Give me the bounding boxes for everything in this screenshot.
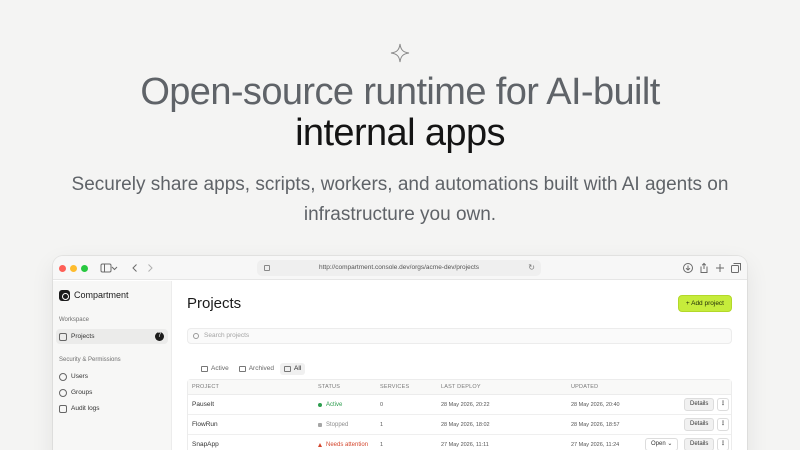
column-header-last-deploy[interactable]: LAST DEPLOY <box>441 380 481 395</box>
chevron-down-icon[interactable] <box>111 262 118 274</box>
open-label: Open <box>651 441 666 447</box>
search-placeholder: Search projects <box>204 332 250 339</box>
sidebar-item-label: Groups <box>71 389 93 396</box>
maximize-window-button[interactable] <box>81 265 88 272</box>
status-label: Active <box>326 402 343 408</box>
column-header-services[interactable]: SERVICES <box>380 380 409 395</box>
workspace-section-label: Workspace <box>59 317 89 323</box>
tab-label: All <box>294 365 302 372</box>
open-button[interactable]: Open ⌄ <box>645 438 679 450</box>
updated: 27 May 2026, 11:24 <box>571 442 620 448</box>
groups-icon <box>59 388 67 397</box>
table-header: PROJECT STATUS SERVICES LAST DEPLOY UPDA… <box>188 380 731 395</box>
security-section-label: Security & Permissions <box>59 357 121 363</box>
site-info-icon <box>264 265 270 271</box>
projects-count-badge: 7 <box>155 332 164 341</box>
download-icon[interactable] <box>682 262 694 274</box>
brand[interactable]: Compartment <box>59 289 129 301</box>
search-icon <box>193 333 199 339</box>
tab-label: Archived <box>248 365 274 372</box>
services-count: 1 <box>380 442 384 448</box>
details-button[interactable]: Details <box>684 418 715 431</box>
add-project-label: Add project <box>691 300 724 307</box>
sidebar-item-groups[interactable]: Groups <box>56 385 168 400</box>
more-options-icon[interactable]: ⋮ <box>717 438 729 450</box>
tab-label: Active <box>211 365 229 372</box>
project-filter-tabs: Active Archived All <box>197 363 306 375</box>
status-badge: Stopped <box>318 415 348 435</box>
hero-subtitle: Securely share apps, scripts, workers, a… <box>71 174 729 225</box>
close-window-button[interactable] <box>59 265 66 272</box>
address-bar[interactable]: http://compartment.console.dev/orgs/acme… <box>257 260 541 276</box>
updated: 28 May 2026, 20:40 <box>571 402 620 408</box>
sidebar-item-label: Audit logs <box>71 405 100 412</box>
brand-name: Compartment <box>74 290 129 300</box>
last-deploy: 27 May 2026, 11:11 <box>441 442 489 448</box>
column-header-updated[interactable]: UPDATED <box>571 380 598 395</box>
details-button[interactable]: Details <box>684 438 715 450</box>
more-options-icon[interactable]: ⋮ <box>717 398 729 411</box>
column-header-project[interactable]: PROJECT <box>192 380 219 395</box>
status-badge: Needs attention <box>318 435 368 450</box>
eye-icon <box>201 366 208 372</box>
hero-title-line1: Open-source runtime for AI-built <box>140 71 660 113</box>
sidebar-item-label: Users <box>71 373 88 380</box>
search-input[interactable]: Search projects <box>187 328 732 344</box>
hero-title-line2: internal apps <box>295 112 505 154</box>
tab-overview-icon[interactable] <box>730 262 742 274</box>
table-row[interactable]: SnapApp Needs attention 1 27 May 2026, 1… <box>188 435 731 450</box>
add-project-button[interactable]: + Add project <box>677 295 732 312</box>
tab-active[interactable]: Active <box>197 363 233 375</box>
column-header-status[interactable]: STATUS <box>318 380 340 395</box>
last-deploy: 28 May 2026, 18:02 <box>441 422 490 428</box>
tab-archived[interactable]: Archived <box>235 363 278 375</box>
services-count: 0 <box>380 402 384 408</box>
list-icon <box>59 404 67 413</box>
archive-icon <box>238 366 246 372</box>
address-bar-url: http://compartment.console.dev/orgs/acme… <box>318 264 480 271</box>
app-sidebar: Compartment Workspace Projects 7 Securit… <box>53 281 172 450</box>
browser-window: http://compartment.console.dev/orgs/acme… <box>53 256 747 450</box>
main-content: Projects + Add project Search projects A… <box>173 281 747 450</box>
reload-icon[interactable]: ↻ <box>528 260 535 276</box>
back-icon[interactable] <box>129 262 141 274</box>
plus-icon: + <box>685 300 690 307</box>
services-count: 1 <box>380 422 384 428</box>
last-deploy: 28 May 2026, 20:22 <box>441 402 490 408</box>
folder-icon <box>59 332 67 341</box>
compartment-logo-icon <box>59 289 70 301</box>
sidebar-item-audit-logs[interactable]: Audit logs <box>56 401 168 416</box>
status-label: Needs attention <box>326 442 369 448</box>
status-badge: Active <box>318 395 342 415</box>
hero-title: Open-source runtime for AI-built interna… <box>0 72 800 154</box>
page-title: Projects <box>187 295 242 312</box>
status-stopped-icon <box>318 423 322 427</box>
new-tab-icon[interactable] <box>714 262 726 274</box>
project-name[interactable]: SnapApp <box>192 435 219 450</box>
sidebar-item-users[interactable]: Users <box>56 369 168 384</box>
warning-icon <box>318 443 322 447</box>
chevron-down-icon: ⌄ <box>667 441 673 447</box>
status-label: Stopped <box>326 422 349 428</box>
share-icon[interactable] <box>698 262 710 274</box>
projects-table: PROJECT STATUS SERVICES LAST DEPLOY UPDA… <box>187 379 732 450</box>
updated: 28 May 2026, 18:57 <box>571 422 620 428</box>
browser-toolbar: http://compartment.console.dev/orgs/acme… <box>53 256 747 280</box>
sidebar-item-projects[interactable]: Projects 7 <box>56 329 168 344</box>
tab-all[interactable]: All <box>280 363 306 375</box>
forward-icon[interactable] <box>144 262 156 274</box>
minimize-window-button[interactable] <box>70 265 77 272</box>
table-row[interactable]: FlowRun Stopped 1 28 May 2026, 18:02 28 … <box>188 415 731 435</box>
details-button[interactable]: Details <box>684 398 715 411</box>
folder-icon <box>284 366 291 372</box>
sidebar-item-label: Projects <box>71 333 95 340</box>
project-name[interactable]: PauseIt <box>192 395 214 415</box>
more-options-icon[interactable]: ⋮ <box>717 418 729 431</box>
user-icon <box>59 372 67 381</box>
status-active-icon <box>318 403 322 407</box>
project-name[interactable]: FlowRun <box>192 415 218 435</box>
table-row[interactable]: PauseIt Active 0 28 May 2026, 20:22 28 M… <box>188 395 731 415</box>
sparkle-icon <box>390 43 410 63</box>
